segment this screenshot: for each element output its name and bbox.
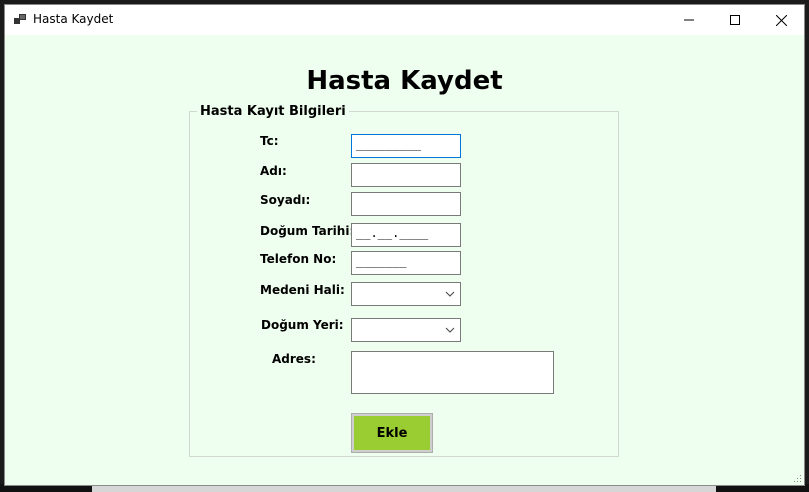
page-title: Hasta Kaydet	[306, 66, 503, 96]
telefon-label: Telefon No:	[260, 252, 337, 266]
medeni-hali-select[interactable]	[351, 282, 461, 306]
telefon-input[interactable]: _______	[351, 251, 461, 275]
close-button[interactable]	[758, 5, 804, 35]
resize-grip-icon[interactable]	[792, 473, 802, 483]
groupbox-title: Hasta Kayıt Bilgileri	[197, 104, 349, 119]
tc-label: Tc:	[260, 134, 279, 148]
soyadi-label: Soyadı:	[260, 193, 311, 207]
dogum-tarihi-mask: __.__.____	[356, 226, 429, 240]
medeni-hali-label: Medeni Hali:	[260, 283, 345, 297]
chevron-down-icon	[445, 327, 455, 333]
maximize-button[interactable]	[712, 5, 758, 35]
dogum-tarihi-label: Doğum Tarihi:	[260, 224, 355, 238]
app-icon	[14, 14, 26, 24]
ekle-button[interactable]: Ekle	[351, 413, 433, 453]
adres-textarea[interactable]	[351, 351, 554, 394]
tc-mask: _________	[356, 137, 422, 151]
dogum-yeri-label: Doğum Yeri:	[261, 318, 344, 332]
minimize-button[interactable]	[666, 5, 712, 35]
dogum-yeri-select[interactable]	[351, 318, 461, 342]
tc-input[interactable]: _________	[351, 134, 461, 158]
dogum-tarihi-input[interactable]: __.__.____	[351, 223, 461, 247]
maximize-icon	[730, 15, 740, 25]
telefon-mask: _______	[356, 254, 407, 268]
window-title: Hasta Kaydet	[33, 12, 114, 26]
adi-input[interactable]	[351, 163, 461, 187]
adres-label: Adres:	[272, 352, 316, 366]
chevron-down-icon	[445, 291, 455, 297]
adi-label: Adı:	[260, 164, 287, 178]
app-window: Hasta Kaydet Hasta Kaydet Hasta Kayıt Bi…	[4, 4, 805, 486]
soyadi-input[interactable]	[351, 192, 461, 216]
title-bar[interactable]: Hasta Kaydet	[5, 5, 804, 35]
minimize-icon	[684, 19, 694, 21]
close-icon	[775, 14, 787, 26]
